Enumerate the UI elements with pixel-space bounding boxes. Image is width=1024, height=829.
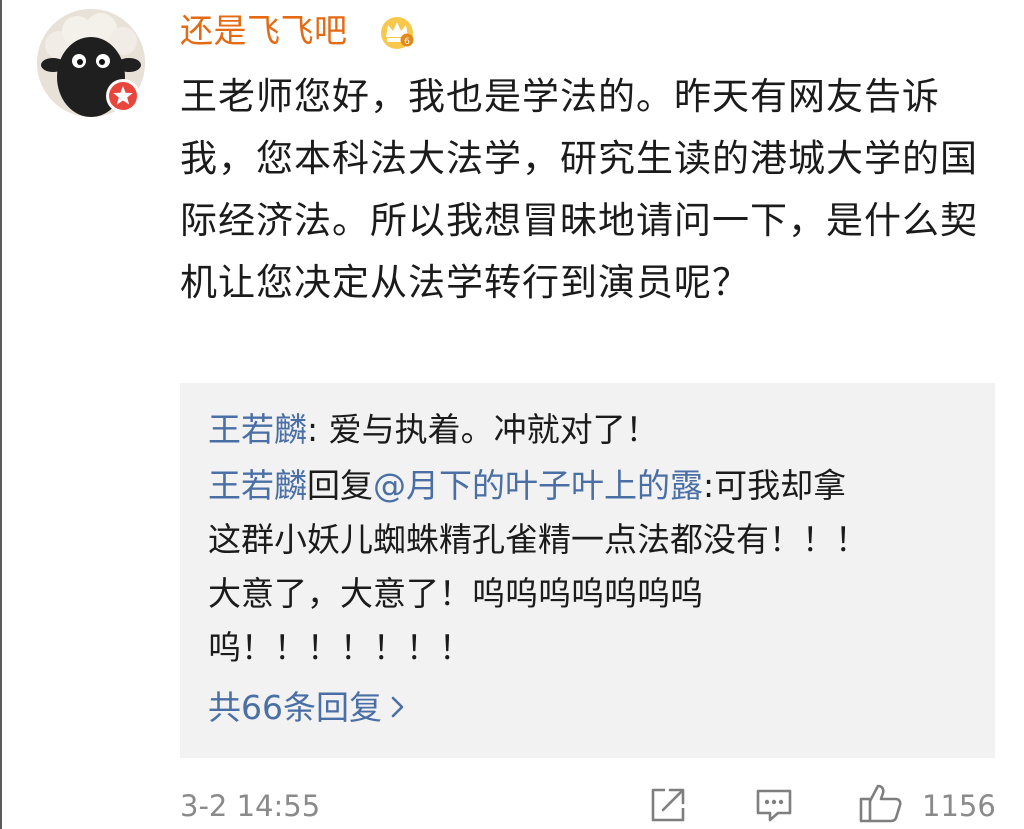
more-replies-label: 共66条回复 xyxy=(208,688,382,727)
like-count: 1156 xyxy=(922,789,996,823)
reply-thread: 王若麟: 爱与执着。冲就对了！ 王若麟回复@月下的叶子叶上的露:可我却拿这群小妖… xyxy=(180,383,995,758)
reply-author[interactable]: 王若麟 xyxy=(208,410,307,449)
reply-text: 爱与执着。冲就对了！ xyxy=(328,410,659,449)
chevron-right-icon xyxy=(391,696,404,717)
svg-text:6: 6 xyxy=(404,37,410,47)
verified-star-badge-icon xyxy=(106,79,140,113)
thumbs-up-icon[interactable] xyxy=(858,782,904,824)
reply-mention[interactable]: @月下的叶子叶上的露 xyxy=(373,466,703,505)
reply-separator: : xyxy=(307,410,329,449)
vip-crown-icon: 6 xyxy=(381,17,414,49)
share-icon[interactable] xyxy=(648,785,688,825)
comment-icon[interactable] xyxy=(753,785,795,825)
more-replies-link[interactable]: 共66条回复 xyxy=(208,681,406,735)
username[interactable]: 还是飞飞吧 xyxy=(180,7,348,55)
left-edge-divider xyxy=(0,0,2,829)
post-timestamp: 3-2 14:55 xyxy=(180,789,321,823)
reply-item: 王若麟: 爱与执着。冲就对了！ xyxy=(208,403,968,457)
comment-text: 王老师您好，我也是学法的。昨天有网友告诉我，您本科法大法学，研究生读的港城大学的… xyxy=(180,75,978,304)
reply-word: 回复 xyxy=(307,466,373,505)
reply-item: 王若麟回复@月下的叶子叶上的露:可我却拿这群小妖儿蜘蛛精孔雀精一点法都没有！！！… xyxy=(208,459,878,675)
reply-author[interactable]: 王若麟 xyxy=(208,466,307,505)
reply-separator: : xyxy=(703,466,715,505)
